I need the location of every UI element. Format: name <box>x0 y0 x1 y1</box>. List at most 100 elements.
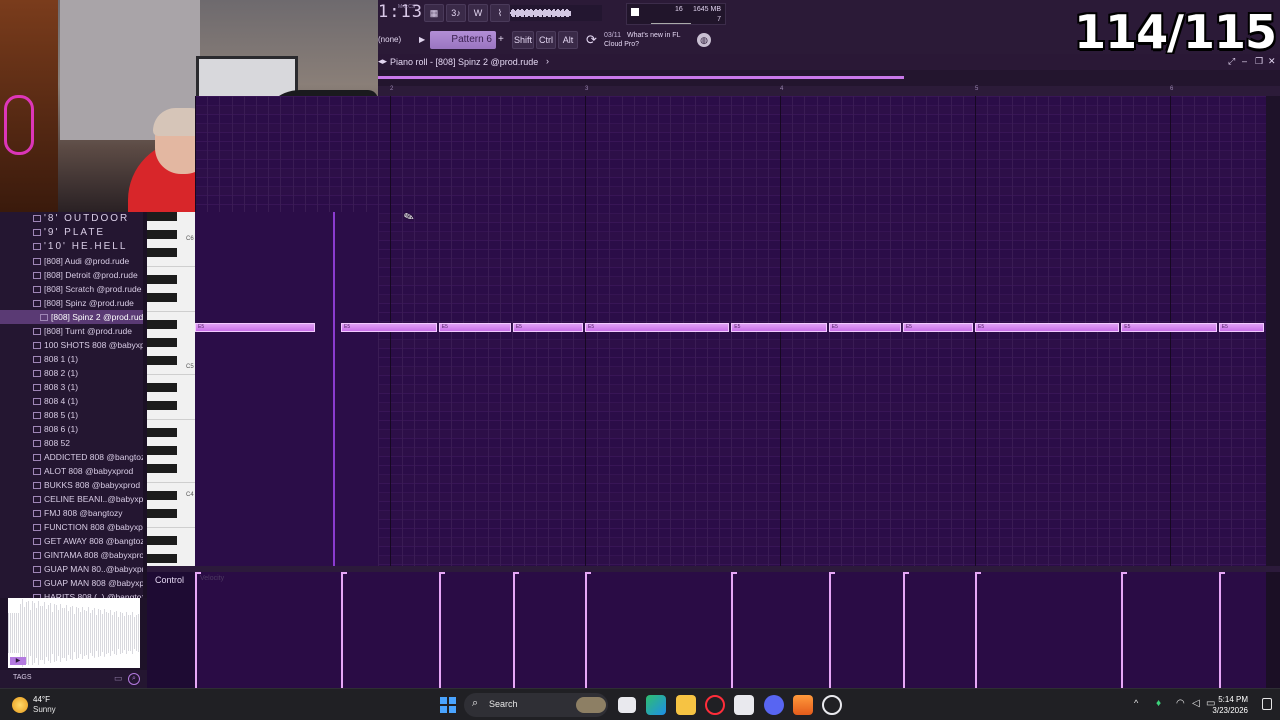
velocity-bar[interactable] <box>1121 572 1124 688</box>
velocity-handle[interactable] <box>438 572 445 574</box>
microphone-icon[interactable]: ♦ <box>1156 698 1161 709</box>
note[interactable]: E5 <box>1218 323 1264 332</box>
timeline-ruler[interactable]: 2 3 4 5 6 <box>378 86 1280 96</box>
cpu-monitor[interactable]: 16 1645 MB 7 <box>626 3 726 25</box>
browser-item[interactable]: [808] Spinz @prod.rude <box>0 296 147 310</box>
chevron-right-icon[interactable]: › <box>546 56 549 66</box>
browser-item[interactable]: GET AWAY 808 @bangtozy <box>0 534 147 548</box>
pattern-selector[interactable]: Pattern 6 <box>430 31 496 49</box>
browser-item[interactable]: 808 4 (1) <box>0 394 147 408</box>
browser-item[interactable]: 808 5 (1) <box>0 408 147 422</box>
note[interactable]: E5 <box>195 323 315 332</box>
browser-item[interactable]: CELINE BEANI..@babyxprod <box>0 492 147 506</box>
notification-icon[interactable] <box>1262 698 1272 710</box>
velocity-bar[interactable] <box>341 572 343 688</box>
fl-studio-icon[interactable] <box>793 695 813 715</box>
browser-item[interactable]: 808 6 (1) <box>0 422 147 436</box>
browser-item[interactable]: '8' OUTDOOR <box>0 212 147 226</box>
search-icon[interactable]: ⌕ <box>128 673 140 685</box>
store-icon[interactable] <box>734 695 754 715</box>
browser-item[interactable]: 808 3 (1) <box>0 380 147 394</box>
note[interactable]: E5 <box>731 323 827 332</box>
add-pattern-button[interactable]: + <box>498 32 504 48</box>
event-scrollbar[interactable] <box>1266 572 1280 688</box>
velocity-bar[interactable] <box>1218 572 1221 688</box>
volume-icon[interactable]: ◁ <box>1192 698 1200 709</box>
velocity-bar[interactable] <box>512 572 515 688</box>
browser-item[interactable]: HARITS 808 (..) @bangtozy <box>0 590 147 598</box>
velocity-bar[interactable] <box>828 572 831 688</box>
countdown-icon[interactable]: ⌇ <box>490 4 510 22</box>
task-view-icon[interactable] <box>618 697 636 713</box>
velocity-handle[interactable] <box>975 572 981 574</box>
detach-icon[interactable]: ⤢ <box>1228 56 1235 67</box>
browser-item[interactable]: [808] Scratch @prod.rude <box>0 282 147 296</box>
file-explorer-icon[interactable] <box>676 695 696 715</box>
browser-item[interactable]: '10' HE.HELL <box>0 240 147 254</box>
tempo-tap-icon[interactable]: 3♪ <box>446 4 466 22</box>
browser-item[interactable]: '9' PLATE <box>0 226 147 240</box>
alt-key-button[interactable]: Alt <box>558 31 578 49</box>
velocity-handle[interactable] <box>341 572 347 574</box>
chevron-up-icon[interactable]: ^ <box>1134 698 1138 708</box>
piano-keyboard[interactable] <box>147 212 195 566</box>
clock-date[interactable]: 3/23/2026 <box>1212 706 1248 715</box>
note[interactable]: E5 <box>828 323 901 332</box>
taskbar-search[interactable]: ⌕ Search <box>464 693 608 717</box>
velocity-handle[interactable] <box>828 572 835 574</box>
browser-item[interactable]: ALOT 808 @babyxprod <box>0 464 147 478</box>
velocity-handle[interactable] <box>731 572 738 574</box>
browser-item[interactable]: FMJ 808 @bangtozy <box>0 506 147 520</box>
clock-time[interactable]: 5:14 PM <box>1218 695 1248 704</box>
pattern-play-icon[interactable]: ▶ <box>419 32 429 48</box>
settings-icon[interactable] <box>822 695 842 715</box>
wifi-icon[interactable]: ◠ <box>1176 698 1185 709</box>
browser-item[interactable]: 808 1 (1) <box>0 352 147 366</box>
browser-item[interactable]: 808 52 <box>0 436 147 450</box>
news-icon[interactable]: ⟳ <box>583 31 600 49</box>
velocity-bar[interactable] <box>585 572 587 688</box>
browser-item[interactable]: 808 2 (1) <box>0 366 147 380</box>
tags-label[interactable]: TAGS <box>13 674 32 681</box>
browser-item[interactable]: GUAP MAN 80..@babyxprod <box>0 562 147 576</box>
edge-browser-icon[interactable] <box>646 695 666 715</box>
maximize-icon[interactable]: ❐ <box>1255 56 1263 67</box>
ctrl-key-button[interactable]: Ctrl <box>536 31 556 49</box>
browser-item[interactable]: GINTAMA 808 @babyxprod <box>0 548 147 562</box>
note[interactable]: E5 <box>975 323 1120 332</box>
snap-select[interactable]: (none) <box>378 32 418 48</box>
news-title[interactable]: What's new in FL <box>627 32 680 39</box>
piano-roll-menu-icon[interactable]: ◂▸ <box>378 56 387 67</box>
note[interactable]: E5 <box>512 323 583 332</box>
velocity-bar[interactable] <box>902 572 905 688</box>
scrollbar-thumb[interactable] <box>378 76 904 79</box>
velocity-bar[interactable] <box>731 572 734 688</box>
close-icon[interactable]: ✕ <box>1268 56 1276 67</box>
note[interactable]: E5 <box>438 323 511 332</box>
velocity-handle[interactable] <box>585 572 591 574</box>
velocity-bar[interactable] <box>975 572 977 688</box>
minimize-icon[interactable]: – <box>1242 56 1247 66</box>
weather-temperature[interactable]: 44°F <box>33 695 50 704</box>
note[interactable]: E5 <box>1121 323 1217 332</box>
folder-icon[interactable]: ▭ <box>114 673 123 684</box>
browser-item[interactable]: [808] Detroit @prod.rude <box>0 268 147 282</box>
note-grid-left[interactable] <box>195 212 378 566</box>
velocity-bar[interactable] <box>195 572 197 688</box>
weather-condition[interactable]: Sunny <box>33 705 56 714</box>
note[interactable]: E5 <box>902 323 973 332</box>
browser-item[interactable]: [808] Audi @prod.rude <box>0 254 147 268</box>
browser-item[interactable]: BUKKS 808 @babyxprod <box>0 478 147 492</box>
browser-item[interactable]: 100 SHOTS 808 @babyxprod <box>0 338 147 352</box>
discord-icon[interactable] <box>764 695 784 715</box>
browser-item[interactable]: [808] Turnt @prod.rude <box>0 324 147 338</box>
horizontal-scrollbar[interactable] <box>378 70 1280 86</box>
sun-icon[interactable] <box>12 697 28 713</box>
browser-scrollbar[interactable] <box>143 212 147 598</box>
wait-input-icon[interactable]: W <box>468 4 488 22</box>
windows-start-icon[interactable] <box>440 697 456 713</box>
opera-icon[interactable] <box>705 695 725 715</box>
velocity-handle[interactable] <box>195 572 201 574</box>
browser-item[interactable]: [808] Spinz 2 @prod.rude <box>0 310 147 324</box>
metronome-icon[interactable]: ▦ <box>424 4 444 22</box>
